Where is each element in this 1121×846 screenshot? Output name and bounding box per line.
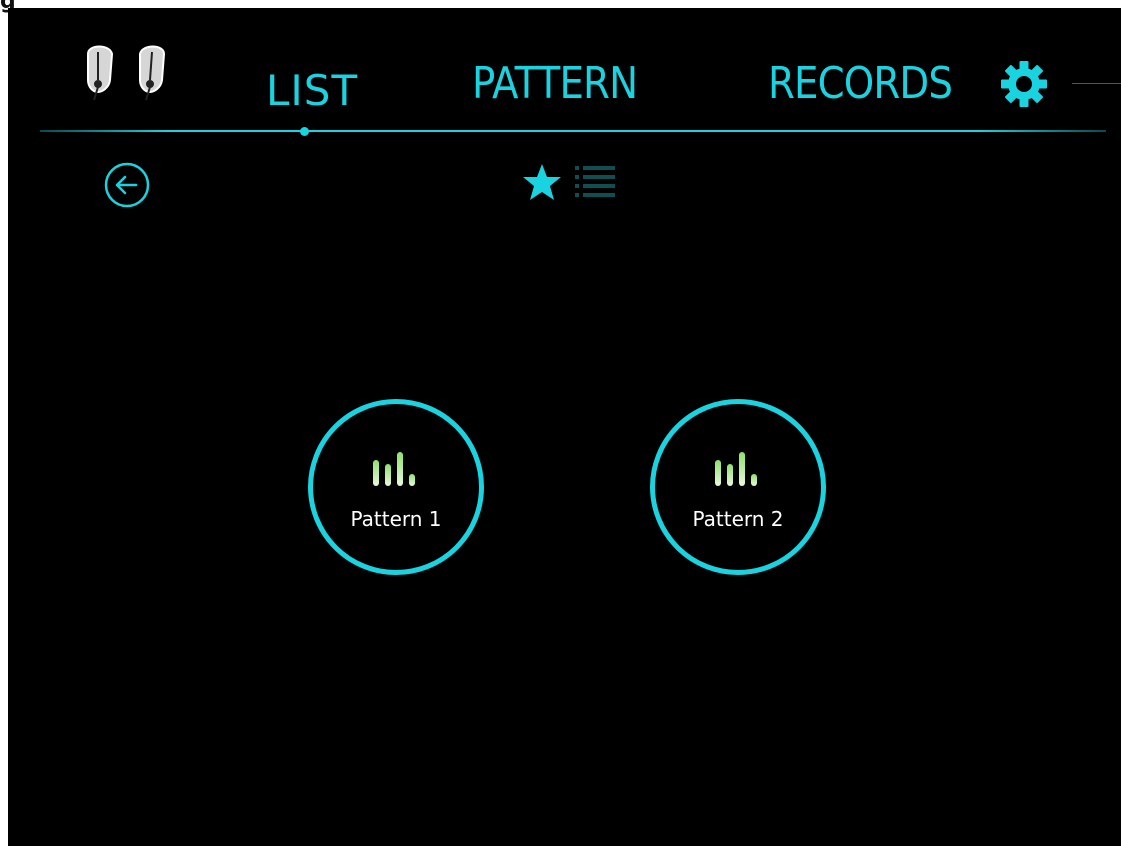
app-screen: LIST PATTERN RECORDS Pattern 1 Pattern 2 [8, 8, 1121, 846]
nav-divider [40, 130, 1106, 132]
star-icon[interactable] [520, 162, 564, 202]
pattern-label: Pattern 2 [692, 507, 784, 531]
callout-line [1072, 83, 1121, 84]
signal-bars-icon [715, 452, 757, 486]
pattern-2-button[interactable]: Pattern 2 [650, 399, 826, 575]
tab-pattern[interactable]: PATTERN [472, 58, 638, 109]
pattern-1-button[interactable]: Pattern 1 [308, 399, 484, 575]
earbuds-icon[interactable] [80, 42, 176, 112]
list-icon[interactable] [573, 163, 617, 199]
active-tab-indicator [300, 127, 309, 136]
back-arrow-icon[interactable] [102, 160, 152, 210]
pattern-label: Pattern 1 [350, 507, 442, 531]
tab-records[interactable]: RECORDS [768, 58, 953, 109]
tab-list[interactable]: LIST [266, 66, 358, 115]
signal-bars-icon [373, 452, 415, 486]
gear-icon[interactable] [1000, 60, 1048, 108]
